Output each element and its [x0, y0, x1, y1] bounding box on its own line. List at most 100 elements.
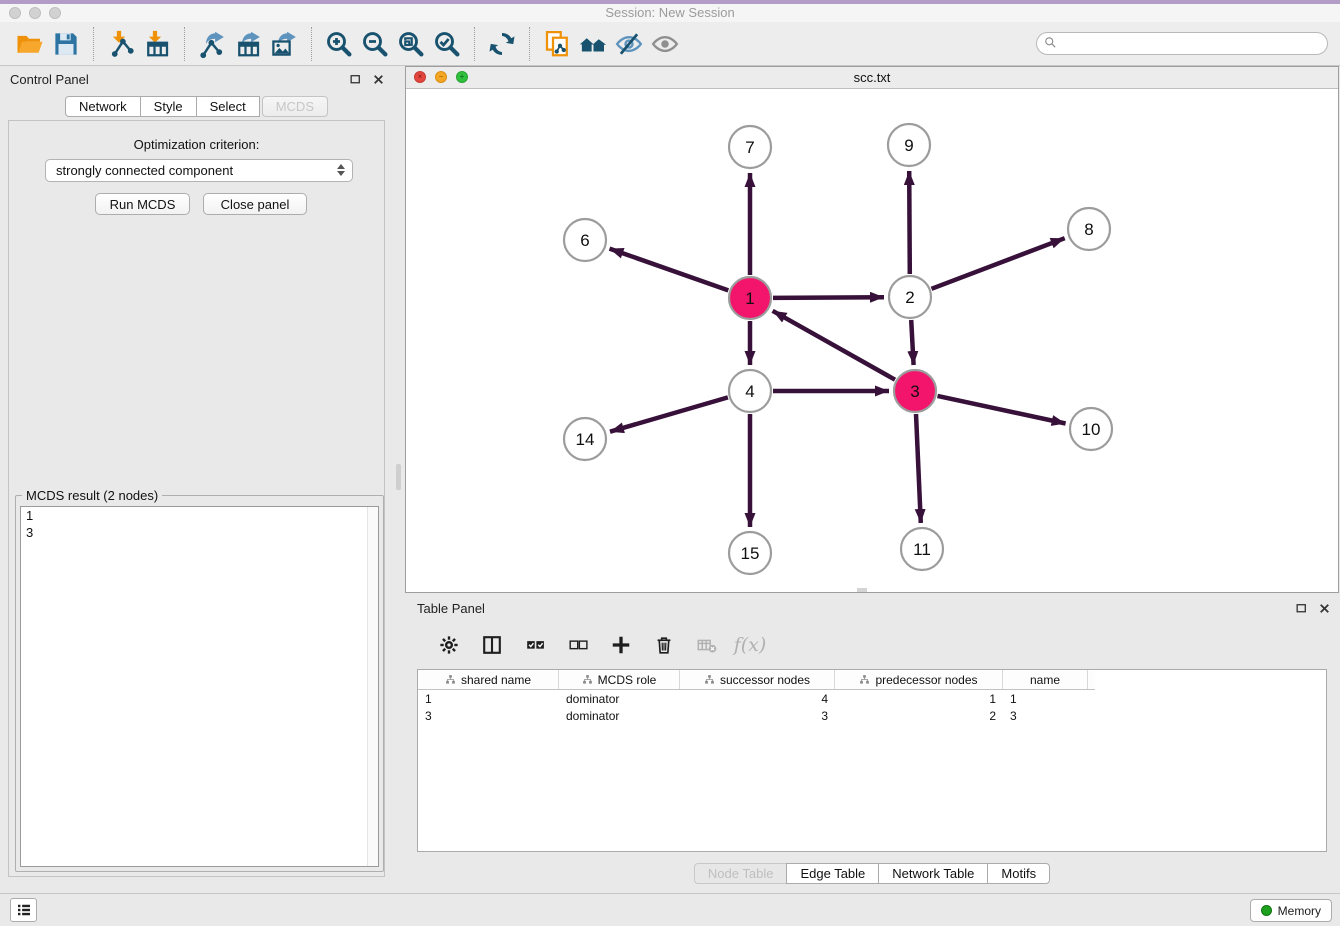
- scrollbar-track[interactable]: [367, 507, 378, 866]
- graph-edge-2-8[interactable]: [932, 238, 1065, 289]
- export-image-icon[interactable]: [266, 26, 302, 62]
- tab-node-table[interactable]: Node Table: [694, 863, 788, 884]
- import-table-icon[interactable]: [139, 26, 175, 62]
- first-neighbors-icon[interactable]: [575, 26, 611, 62]
- table-settings-icon[interactable]: [435, 631, 463, 659]
- tab-mcds[interactable]: MCDS: [262, 96, 328, 117]
- graph-node-2[interactable]: 2: [889, 276, 931, 318]
- delete-column-icon[interactable]: [650, 631, 678, 659]
- mcds-result-list[interactable]: 13: [20, 506, 379, 867]
- graph-node-3[interactable]: 3: [894, 370, 936, 412]
- search-box[interactable]: [1036, 32, 1328, 55]
- column-header-name[interactable]: name: [1003, 670, 1088, 689]
- table-cell: 1: [835, 692, 1003, 706]
- control-panel-title: Control Panel: [10, 72, 89, 87]
- close-panel-icon[interactable]: [371, 72, 385, 86]
- column-header-mcds-role[interactable]: MCDS role: [559, 670, 680, 689]
- canvas-resize-grip[interactable]: [857, 588, 867, 592]
- function-builder-icon: f(x): [736, 631, 764, 659]
- column-header-shared-name[interactable]: shared name: [418, 670, 559, 689]
- column-header-predecessor-nodes[interactable]: predecessor nodes: [835, 670, 1003, 689]
- close-network-icon[interactable]: ×: [414, 71, 426, 83]
- graph-node-15[interactable]: 15: [729, 532, 771, 574]
- graph-edge-1-2[interactable]: [773, 297, 884, 298]
- column-header-successor-nodes[interactable]: successor nodes: [680, 670, 835, 689]
- unselect-all-icon[interactable]: [564, 631, 592, 659]
- zoom-in-icon[interactable]: [321, 26, 357, 62]
- column-tree-icon: [859, 674, 870, 685]
- refresh-view-icon[interactable]: [484, 26, 520, 62]
- table-panel: Table Panel f(x) shared nameMCDS rolesuc…: [405, 595, 1339, 893]
- column-tree-icon: [704, 674, 715, 685]
- save-session-icon[interactable]: [48, 26, 84, 62]
- hide-selected-icon[interactable]: [611, 26, 647, 62]
- graph-edge-3-10[interactable]: [938, 396, 1066, 424]
- zoom-selected-icon[interactable]: [429, 26, 465, 62]
- import-network-icon[interactable]: [103, 26, 139, 62]
- tab-network[interactable]: Network: [65, 96, 141, 117]
- graph-edge-3-11[interactable]: [916, 414, 921, 523]
- toolbar-separator: [93, 27, 94, 61]
- network-canvas[interactable]: 1 2 3 4 6 7 8 9 10 11 14 15: [406, 89, 1338, 592]
- graph-node-14[interactable]: 14: [564, 418, 606, 460]
- graph-node-10[interactable]: 10: [1070, 408, 1112, 450]
- table-row[interactable]: 1dominator411: [418, 690, 1326, 707]
- split-panel-icon[interactable]: [478, 631, 506, 659]
- task-history-button[interactable]: [10, 898, 37, 922]
- memory-label: Memory: [1278, 904, 1321, 918]
- clone-network-icon[interactable]: [539, 26, 575, 62]
- memory-button[interactable]: Memory: [1250, 899, 1332, 922]
- column-header-label: shared name: [461, 673, 531, 687]
- tab-style[interactable]: Style: [140, 96, 197, 117]
- splitter-grip[interactable]: [396, 464, 401, 490]
- panel-splitter[interactable]: [393, 66, 405, 893]
- memory-status-icon: [1261, 905, 1272, 916]
- tab-network-table[interactable]: Network Table: [878, 863, 988, 884]
- tab-motifs[interactable]: Motifs: [987, 863, 1050, 884]
- toolbar-separator: [529, 27, 530, 61]
- export-network-icon[interactable]: [194, 26, 230, 62]
- show-all-icon[interactable]: [647, 26, 683, 62]
- graph-node-4[interactable]: 4: [729, 370, 771, 412]
- close-panel-button[interactable]: Close panel: [203, 193, 307, 215]
- graph-node-1[interactable]: 1: [729, 277, 771, 319]
- column-header-label: name: [1030, 673, 1060, 687]
- export-table-icon[interactable]: [230, 26, 266, 62]
- graph-node-11[interactable]: 11: [901, 528, 943, 570]
- open-session-icon[interactable]: [12, 26, 48, 62]
- graph-edge-4-14[interactable]: [610, 397, 728, 431]
- graph-node-9[interactable]: 9: [888, 124, 930, 166]
- tab-select[interactable]: Select: [196, 96, 260, 117]
- toolbar-separator: [184, 27, 185, 61]
- mcds-result-item: 3: [21, 524, 378, 541]
- table-tabs: Node TableEdge TableNetwork TableMotifs: [405, 863, 1339, 884]
- graph-edge-2-3[interactable]: [911, 320, 913, 365]
- graph[interactable]: 1 2 3 4 6 7 8 9 10 11 14 15: [406, 89, 1338, 592]
- tab-edge-table[interactable]: Edge Table: [786, 863, 879, 884]
- network-window: × − + scc.txt 1234678910111415: [405, 66, 1339, 593]
- graph-edge-1-6[interactable]: [610, 249, 729, 291]
- table-header-row: shared name MCDS rolesuccessor nodesprede…: [418, 670, 1095, 690]
- criterion-select[interactable]: strongly connected component: [45, 159, 353, 182]
- minimize-network-icon[interactable]: −: [435, 71, 447, 83]
- search-input[interactable]: [1058, 36, 1321, 52]
- node-table[interactable]: shared name MCDS rolesuccessor nodesprede…: [417, 669, 1327, 852]
- zoom-fit-icon[interactable]: [393, 26, 429, 62]
- select-all-icon[interactable]: [521, 631, 549, 659]
- maximize-network-icon[interactable]: +: [456, 71, 468, 83]
- float-panel-icon[interactable]: [348, 72, 362, 86]
- graph-edge-3-1[interactable]: [773, 311, 895, 380]
- graph-node-8[interactable]: 8: [1068, 208, 1110, 250]
- control-panel-tabs: NetworkStyleSelectMCDS: [0, 96, 393, 117]
- graph-node-7[interactable]: 7: [729, 126, 771, 168]
- graph-node-label: 7: [745, 138, 754, 157]
- close-table-panel-icon[interactable]: [1317, 601, 1331, 615]
- graph-node-6[interactable]: 6: [564, 219, 606, 261]
- zoom-out-icon[interactable]: [357, 26, 393, 62]
- add-column-icon[interactable]: [607, 631, 635, 659]
- mac-titlebar: Session: New Session: [0, 0, 1340, 22]
- table-row[interactable]: 3dominator323: [418, 707, 1326, 724]
- float-table-panel-icon[interactable]: [1294, 601, 1308, 615]
- run-mcds-button[interactable]: Run MCDS: [95, 193, 190, 215]
- graph-edge-2-9[interactable]: [909, 171, 910, 274]
